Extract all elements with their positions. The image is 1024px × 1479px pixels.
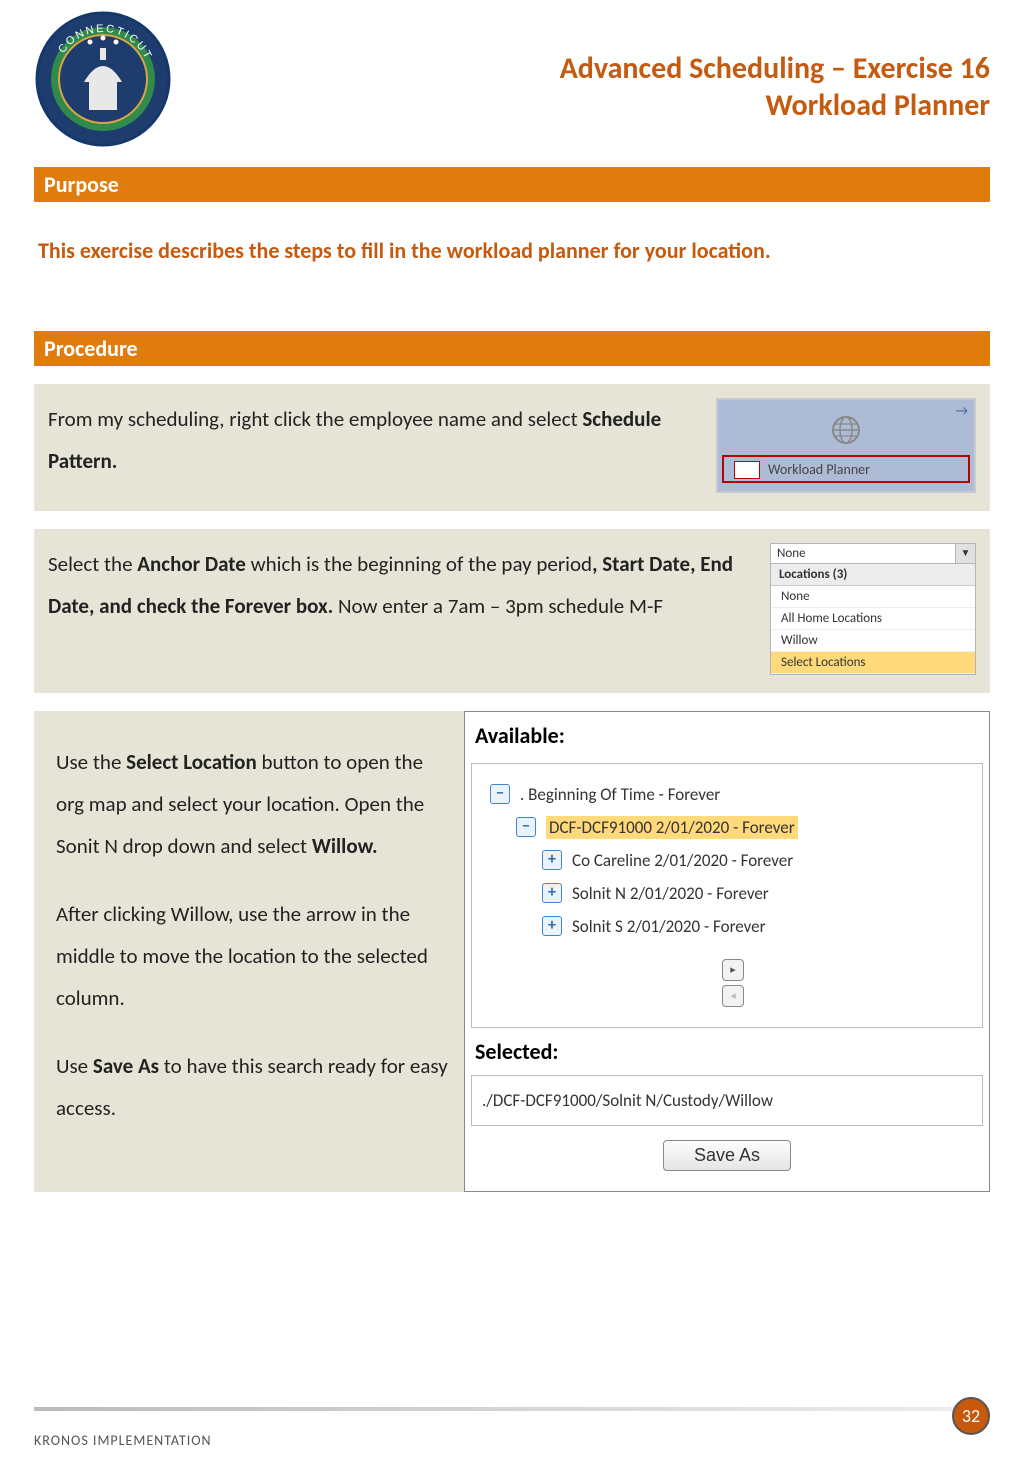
- tree-l1[interactable]: − DCF-DCF91000 2/01/2020 - Forever: [490, 811, 976, 844]
- org-tree: − . Beginning Of Time - Forever − DCF-DC…: [471, 763, 983, 1028]
- tree-l2-label-0: Co Careline 2/01/2020 - Forever: [572, 850, 976, 871]
- wp-checkbox-icon: [734, 461, 760, 479]
- location-dropdown-list: Locations (3) None All Home Locations Wi…: [770, 564, 976, 675]
- step-1-text: From my scheduling, right click the empl…: [48, 398, 702, 482]
- s3p3t1: Use: [56, 1053, 93, 1079]
- dd-item-willow[interactable]: Willow: [771, 630, 975, 652]
- state-seal-logo: CONNECTICUT: [34, 10, 172, 153]
- footer: KRONOS IMPLEMENTATION 32: [0, 1407, 1024, 1459]
- location-select[interactable]: None ▼: [770, 543, 976, 564]
- selected-path: ./DCF-DCF91000/Solnit N/Custody/Willow: [482, 1090, 773, 1111]
- move-left-button[interactable]: ◂: [722, 985, 744, 1007]
- dd-item-select-locations[interactable]: Select Locations: [771, 652, 975, 674]
- page-title-block: Advanced Scheduling – Exercise 16 Worklo…: [192, 10, 990, 124]
- footer-text: KRONOS IMPLEMENTATION: [34, 1432, 952, 1449]
- chevron-down-icon[interactable]: ▼: [955, 544, 975, 563]
- step-2: Select the Anchor Date which is the begi…: [34, 529, 990, 693]
- step-2-text: Select the Anchor Date which is the begi…: [48, 543, 756, 627]
- s2-b1: Anchor Date: [137, 551, 246, 577]
- save-as-button[interactable]: Save As: [663, 1140, 791, 1171]
- expand-icon[interactable]: +: [542, 916, 562, 936]
- step-1: From my scheduling, right click the empl…: [34, 384, 990, 511]
- dd-item-allhome[interactable]: All Home Locations: [771, 608, 975, 630]
- tree-root-label: . Beginning Of Time - Forever: [520, 784, 976, 805]
- s3p1b2: Willow.: [312, 833, 378, 859]
- dd-selected: None: [771, 544, 955, 563]
- selected-box: ./DCF-DCF91000/Solnit N/Custody/Willow: [471, 1075, 983, 1126]
- selected-label: Selected:: [471, 1028, 983, 1075]
- title-line-1: Advanced Scheduling – Exercise 16: [192, 50, 990, 87]
- move-right-button[interactable]: ▸: [722, 959, 744, 981]
- tree-l2-0[interactable]: + Co Careline 2/01/2020 - Forever: [490, 844, 976, 877]
- header-row: CONNECTICUT Advanced Scheduling – Exerci…: [34, 10, 990, 153]
- panel-expand-icon[interactable]: →: [955, 402, 968, 419]
- step-3-text: Use the Select Location button to open t…: [34, 711, 464, 1192]
- footer-divider: [34, 1407, 990, 1411]
- s2-t1: Select the: [48, 551, 137, 577]
- s3p1b1: Select Location: [126, 749, 257, 775]
- s3p3b1: Save As: [93, 1053, 159, 1079]
- s3p1t1: Use the: [56, 749, 126, 775]
- s3p2: After clicking Willow, use the arrow in …: [56, 893, 450, 1019]
- section-bar-procedure: Procedure: [34, 331, 990, 366]
- step-2-screenshot: None ▼ Locations (3) None All Home Locat…: [770, 543, 976, 675]
- expand-icon[interactable]: +: [542, 883, 562, 903]
- dd-header: Locations (3): [771, 564, 975, 586]
- s2-t3: Now enter a 7am – 3pm schedule M-F: [333, 593, 663, 619]
- collapse-icon[interactable]: −: [490, 784, 510, 804]
- collapse-icon[interactable]: −: [516, 817, 536, 837]
- step-1-screenshot: → Workload Planner: [716, 398, 976, 493]
- tree-l1-label: DCF-DCF91000 2/01/2020 - Forever: [546, 816, 798, 839]
- step1-pre: From my scheduling, right click the empl…: [48, 406, 582, 432]
- tree-l2-2[interactable]: + Solnit S 2/01/2020 - Forever: [490, 910, 976, 943]
- step-3: Use the Select Location button to open t…: [34, 711, 990, 1192]
- tree-root[interactable]: − . Beginning Of Time - Forever: [490, 778, 976, 811]
- available-label: Available:: [471, 720, 983, 763]
- tree-l2-1[interactable]: + Solnit N 2/01/2020 - Forever: [490, 877, 976, 910]
- step-3-screenshot: Available: − . Beginning Of Time - Forev…: [464, 711, 990, 1192]
- title-line-2: Workload Planner: [192, 87, 990, 124]
- move-buttons: ▸ ◂: [490, 943, 976, 1017]
- tree-l2-label-1: Solnit N 2/01/2020 - Forever: [572, 883, 976, 904]
- s2-t2: which is the beginning of the pay period: [246, 551, 592, 577]
- page-number-badge: 32: [952, 1397, 990, 1435]
- dd-item-none[interactable]: None: [771, 586, 975, 608]
- purpose-text: This exercise describes the steps to fil…: [34, 202, 990, 327]
- workload-planner-button[interactable]: Workload Planner: [722, 455, 970, 483]
- wp-label: Workload Planner: [768, 461, 870, 478]
- section-bar-purpose: Purpose: [34, 167, 990, 202]
- tree-l2-label-2: Solnit S 2/01/2020 - Forever: [572, 916, 976, 937]
- globe-icon[interactable]: [718, 400, 974, 455]
- expand-icon[interactable]: +: [542, 850, 562, 870]
